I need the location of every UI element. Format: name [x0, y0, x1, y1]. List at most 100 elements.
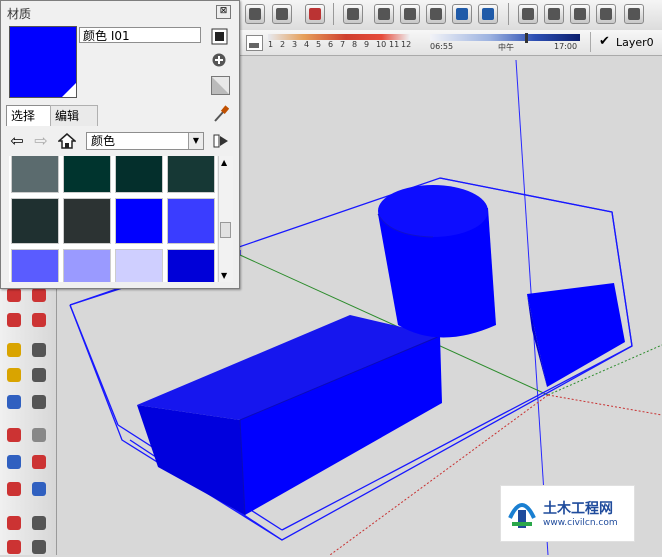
- month-tick: 8: [352, 40, 358, 49]
- tool-palette: [0, 285, 57, 555]
- layer-selector[interactable]: ✔ Layer0: [590, 32, 662, 52]
- material-name-field[interactable]: 颜色 I01: [79, 27, 201, 43]
- section-icon[interactable]: [624, 4, 644, 24]
- eyedropper-icon[interactable]: [213, 105, 229, 123]
- close-icon[interactable]: ⊠: [216, 5, 231, 19]
- zoom-window-icon[interactable]: [29, 452, 49, 472]
- scroll-up-icon[interactable]: ▲: [221, 158, 227, 167]
- material-swatch[interactable]: [11, 156, 59, 193]
- styles-icon[interactable]: [544, 4, 564, 24]
- scroll-down-icon[interactable]: ▼: [221, 271, 227, 280]
- time-gradient: [430, 34, 580, 41]
- tape-measure-icon[interactable]: [4, 340, 24, 360]
- library-dropdown[interactable]: 颜色 ▼: [86, 132, 204, 150]
- print-icon[interactable]: [272, 4, 292, 24]
- material-swatch[interactable]: [63, 249, 111, 282]
- cylinder-solid[interactable]: [377, 185, 496, 338]
- component-icon[interactable]: [343, 4, 363, 24]
- material-swatch[interactable]: [63, 156, 111, 193]
- look-around-icon[interactable]: [29, 513, 49, 533]
- zoom-icon[interactable]: [4, 452, 24, 472]
- material-swatch[interactable]: [167, 249, 215, 282]
- material-swatch[interactable]: [11, 198, 59, 244]
- previous-view-icon[interactable]: [29, 479, 49, 499]
- check-icon: ✔: [599, 34, 610, 49]
- right-view-icon[interactable]: [452, 4, 472, 24]
- scroll-thumb[interactable]: [220, 222, 231, 238]
- hand-icon[interactable]: [245, 4, 265, 24]
- orbit-tool-icon[interactable]: [4, 425, 24, 445]
- watermark-title: 土木工程网: [543, 501, 613, 517]
- details-arrow-icon[interactable]: [212, 132, 230, 150]
- pan-icon[interactable]: [29, 425, 49, 445]
- tab-edit[interactable]: 编辑: [50, 105, 98, 126]
- protractor-icon[interactable]: [4, 365, 24, 385]
- section-plane-icon[interactable]: [29, 537, 49, 557]
- time-noon-label: 中午: [498, 43, 514, 52]
- time-slider[interactable]: 06:55 中午 17:00: [430, 33, 580, 52]
- library-nav-row: ⇦ ⇨ 颜色 ▼: [6, 130, 234, 152]
- toolbar-separator: [508, 3, 509, 25]
- iso-view-icon[interactable]: [374, 4, 394, 24]
- material-preview-swatch: [9, 26, 77, 98]
- forward-arrow-icon[interactable]: ⇨: [32, 132, 50, 150]
- scale-icon[interactable]: [4, 310, 24, 330]
- offset-icon[interactable]: [29, 310, 49, 330]
- dimension-icon[interactable]: [29, 340, 49, 360]
- month-tick: 3: [292, 40, 298, 49]
- swatch-corner-icon: [62, 83, 76, 97]
- panel-title: 材质: [7, 7, 32, 21]
- month-tick: 2: [280, 40, 286, 49]
- zoom-extents-icon[interactable]: [4, 479, 24, 499]
- month-tick: 4: [304, 40, 310, 49]
- watermark: 土木工程网 www.civilcn.com: [500, 485, 635, 542]
- orbit-icon[interactable]: [518, 4, 538, 24]
- shadows-icon[interactable]: [570, 4, 590, 24]
- 3d-text-icon[interactable]: [29, 392, 49, 412]
- material-swatch[interactable]: [63, 198, 111, 244]
- material-swatch-grid: [9, 156, 217, 282]
- time-end-label: 17:00: [554, 42, 578, 51]
- model-info-icon[interactable]: [305, 4, 325, 24]
- default-material-icon[interactable]: [211, 76, 230, 95]
- back-arrow-icon[interactable]: ⇦: [8, 132, 26, 150]
- month-slider[interactable]: 1 2 3 4 5 6 7 8 9 10 11 12: [268, 34, 411, 50]
- month-tick: 5: [316, 40, 322, 49]
- month-tick: 10: [376, 40, 387, 49]
- month-tick: 9: [364, 40, 370, 49]
- material-swatch[interactable]: [11, 249, 59, 282]
- create-material-icon[interactable]: [211, 28, 228, 45]
- current-layer-name: Layer0: [616, 36, 654, 49]
- fog-icon[interactable]: [596, 4, 616, 24]
- front-view-icon[interactable]: [426, 4, 446, 24]
- material-swatch[interactable]: [167, 156, 215, 193]
- month-ticks: 1 2 3 4 5 6 7 8 9 10 11 12: [268, 40, 411, 50]
- month-tick: 11: [389, 40, 400, 49]
- time-start-label: 06:55: [430, 42, 454, 51]
- material-swatch[interactable]: [115, 156, 163, 193]
- box-solid[interactable]: [137, 315, 442, 516]
- home-icon[interactable]: [58, 132, 76, 150]
- add-material-icon[interactable]: [211, 51, 228, 68]
- red-axis-dashed: [547, 394, 662, 416]
- shadow-settings-bar: 1 2 3 4 5 6 7 8 9 10 11 12 06:55 中午 17:0…: [240, 30, 662, 56]
- materials-panel: 材质 ⊠ 颜色 I01 选择 编辑 ⇦ ⇨ 颜色 ▼ ▲ ▼: [0, 0, 240, 289]
- material-swatch[interactable]: [115, 198, 163, 244]
- tab-select[interactable]: 选择: [6, 105, 54, 126]
- position-camera-icon[interactable]: [4, 537, 24, 557]
- watermark-url: www.civilcn.com: [543, 518, 618, 528]
- material-swatch[interactable]: [115, 249, 163, 282]
- toolbar-separator: [333, 3, 334, 25]
- month-tick: 7: [340, 40, 346, 49]
- material-swatch[interactable]: [167, 198, 215, 244]
- time-slider-handle[interactable]: [525, 33, 528, 43]
- chevron-down-icon[interactable]: ▼: [188, 133, 203, 149]
- top-view-icon[interactable]: [400, 4, 420, 24]
- shadow-toggle-icon[interactable]: [246, 35, 263, 51]
- walk-icon[interactable]: [4, 513, 24, 533]
- swatch-grid-scrollbar[interactable]: ▲ ▼: [218, 156, 233, 282]
- axes-icon[interactable]: [4, 392, 24, 412]
- back-view-icon[interactable]: [478, 4, 498, 24]
- text-icon[interactable]: [29, 365, 49, 385]
- wedge-solid[interactable]: [527, 283, 625, 387]
